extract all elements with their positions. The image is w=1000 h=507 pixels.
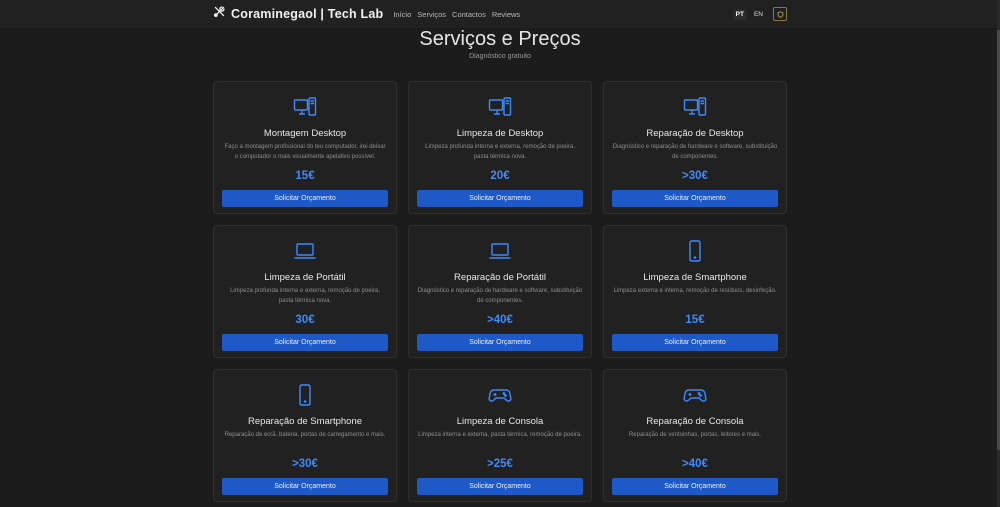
card-title: Limpeza de Portátil (264, 272, 346, 283)
request-quote-button[interactable]: Solicitar Orçamento (612, 478, 778, 495)
service-card: Reparação de Smartphone Reparação de ecr… (213, 369, 397, 502)
request-quote-button[interactable]: Solicitar Orçamento (612, 334, 778, 351)
card-description: Diagnóstico e reparação de hardware e so… (612, 144, 778, 160)
request-quote-button[interactable]: Solicitar Orçamento (417, 190, 583, 207)
brand-name: Coraminegaol | Tech Lab (231, 7, 384, 21)
card-title: Limpeza de Smartphone (643, 272, 747, 283)
service-card: Reparação de Consola Reparação de ventoi… (603, 369, 787, 502)
service-card: Montagem Desktop Faço a montagem profiss… (213, 81, 397, 214)
tools-icon (213, 5, 226, 23)
navbar: Coraminegaol | Tech Lab Início Serviços … (0, 0, 1000, 28)
request-quote-button[interactable]: Solicitar Orçamento (222, 334, 388, 351)
desktop-icon (293, 95, 317, 119)
service-card: Limpeza de Portátil Limpeza profunda int… (213, 225, 397, 358)
nav-links: Início Serviços Contactos Reviews (393, 10, 520, 19)
desktop-icon (488, 95, 512, 119)
card-title: Reparação de Portátil (454, 272, 546, 283)
card-price: 15€ (295, 170, 315, 182)
card-title: Reparação de Smartphone (247, 416, 363, 427)
card-description: Diagnóstico e reparação de hardware e so… (417, 288, 583, 304)
service-card: Limpeza de Desktop Limpeza profunda inte… (408, 81, 592, 214)
card-title: Limpeza de Consola (456, 416, 544, 427)
laptop-icon (293, 239, 317, 263)
card-price: 30€ (295, 314, 315, 326)
request-quote-button[interactable]: Solicitar Orçamento (222, 478, 388, 495)
services-grid: Montagem Desktop Faço a montagem profiss… (213, 81, 787, 502)
nav-link-servicos[interactable]: Serviços (417, 10, 446, 19)
card-title: Reparação de Desktop (646, 128, 744, 139)
request-quote-button[interactable]: Solicitar Orçamento (417, 478, 583, 495)
nav-link-contactos[interactable]: Contactos (452, 10, 486, 19)
card-description: Faço a montagem profissional do teu comp… (224, 144, 386, 160)
card-description: Reparação de ecrã, bateria, portas de ca… (224, 432, 386, 438)
card-description: Limpeza profunda interna e externa, remo… (425, 144, 575, 160)
lang-pt-button[interactable]: PT (732, 8, 747, 20)
nav-link-reviews[interactable]: Reviews (492, 10, 520, 19)
hero: Serviços e Preços Diagnóstico gratuito (0, 26, 1000, 60)
service-card: Limpeza de Smartphone Limpeza externa e … (603, 225, 787, 358)
card-title: Reparação de Consola (646, 416, 744, 427)
card-price: >30€ (292, 458, 318, 470)
card-price: >40€ (682, 458, 708, 470)
card-title: Limpeza de Desktop (456, 128, 544, 139)
service-card: Reparação de Desktop Diagnóstico e repar… (603, 81, 787, 214)
service-card: Reparação de Portátil Diagnóstico e repa… (408, 225, 592, 358)
desktop-icon (683, 95, 707, 119)
page-subtitle: Diagnóstico gratuito (469, 53, 531, 60)
card-description: Limpeza interna e externa, pasta térmica… (418, 432, 582, 438)
request-quote-button[interactable]: Solicitar Orçamento (612, 190, 778, 207)
card-description: Reparação de ventoinhas, portas, leitore… (628, 432, 762, 438)
lang-en-button[interactable]: EN (751, 9, 766, 20)
card-price: >30€ (682, 170, 708, 182)
card-price: 15€ (685, 314, 705, 326)
card-price: >25€ (487, 458, 513, 470)
brand[interactable]: Coraminegaol | Tech Lab (213, 5, 383, 23)
card-description: Limpeza profunda interna e externa, remo… (230, 288, 380, 304)
request-quote-button[interactable]: Solicitar Orçamento (417, 334, 583, 351)
card-price: >40€ (487, 314, 513, 326)
gamepad-icon (683, 383, 707, 407)
phone-icon (293, 383, 317, 407)
gamepad-icon (488, 383, 512, 407)
nav-link-inicio[interactable]: Início (393, 10, 411, 19)
page-title: Serviços e Preços (419, 28, 581, 50)
theme-toggle-button[interactable] (773, 7, 787, 21)
card-description: Limpeza externa e interna, remoção de re… (613, 288, 777, 294)
card-price: 20€ (490, 170, 510, 182)
card-title: Montagem Desktop (263, 128, 347, 139)
shield-icon (777, 10, 783, 18)
request-quote-button[interactable]: Solicitar Orçamento (222, 190, 388, 207)
laptop-icon (488, 239, 512, 263)
nav-right: PT EN (732, 7, 787, 21)
service-card: Limpeza de Consola Limpeza interna e ext… (408, 369, 592, 502)
phone-icon (683, 239, 707, 263)
